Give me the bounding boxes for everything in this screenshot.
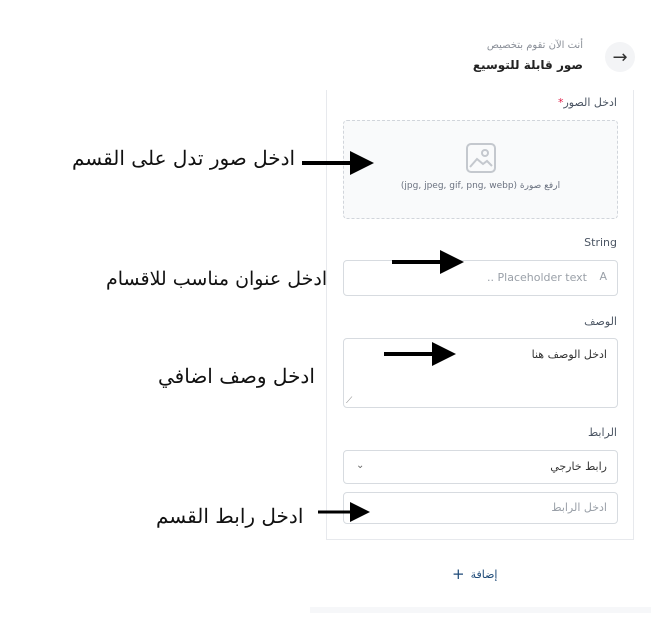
link-type-value: رابط خارجي bbox=[550, 460, 607, 473]
page: → أنت الآن تقوم بتخصيص صور قابلة للتوسيع… bbox=[0, 0, 651, 643]
title-annotation: ادخل عنوان مناسب للاقسام bbox=[106, 268, 328, 290]
footer-divider bbox=[310, 607, 651, 613]
chevron-down-icon: ⌄ bbox=[356, 460, 365, 471]
image-upload-dropzone[interactable]: ارفع صورة (jpg, jpeg, gif, png, webp) bbox=[343, 120, 618, 219]
plus-icon: + bbox=[452, 565, 465, 583]
add-button[interactable]: + إضافة bbox=[452, 565, 497, 583]
description-arrow-icon bbox=[384, 342, 456, 366]
add-label: إضافة bbox=[470, 567, 498, 581]
upload-hint: ارفع صورة (jpg, jpeg, gif, png, webp) bbox=[400, 181, 561, 191]
arrow-right-icon: → bbox=[612, 46, 628, 68]
description-label: الوصف bbox=[584, 315, 617, 328]
header-subtitle: أنت الآن تقوم بتخصيص bbox=[486, 40, 583, 51]
string-input[interactable]: A Placeholder text .. bbox=[343, 260, 618, 296]
page-header: → أنت الآن تقوم بتخصيص صور قابلة للتوسيع bbox=[335, 36, 635, 80]
link-input[interactable]: ادخل الرابط bbox=[343, 492, 618, 524]
images-annotation: ادخل صور تدل على القسم bbox=[72, 146, 296, 170]
images-label-text: ادخل الصور bbox=[563, 96, 617, 109]
link-annotation: ادخل رابط القسم bbox=[156, 504, 304, 528]
string-placeholder: Placeholder text .. bbox=[487, 271, 587, 284]
description-annotation: ادخل وصف اضافي bbox=[158, 364, 315, 388]
images-label: ادخل الصور* bbox=[558, 96, 617, 109]
link-label: الرابط bbox=[587, 426, 617, 439]
resize-handle-icon[interactable]: ⟋ bbox=[346, 396, 352, 406]
link-placeholder: ادخل الرابط bbox=[551, 501, 607, 514]
images-arrow-icon bbox=[302, 151, 374, 175]
text-field-icon: A bbox=[599, 270, 607, 283]
string-label: String bbox=[584, 236, 617, 249]
title-arrow-icon bbox=[392, 250, 464, 274]
link-arrow-icon bbox=[318, 502, 370, 522]
page-title: صور قابلة للتوسيع bbox=[472, 58, 583, 72]
back-button[interactable]: → bbox=[605, 42, 635, 72]
description-value: ادخل الوصف هنا bbox=[531, 348, 607, 361]
link-type-select[interactable]: رابط خارجي ⌄ bbox=[343, 450, 618, 484]
image-icon bbox=[466, 143, 496, 173]
